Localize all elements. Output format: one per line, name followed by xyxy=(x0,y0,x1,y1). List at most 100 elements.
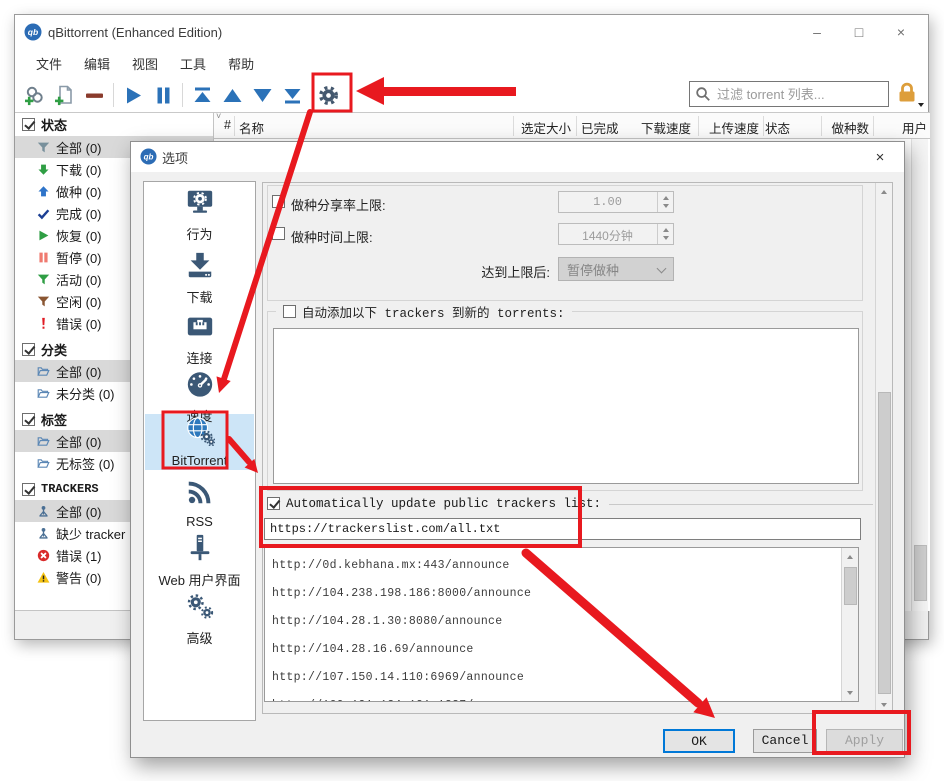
additional-trackers-textarea[interactable] xyxy=(273,328,859,484)
move-top-icon xyxy=(192,85,213,106)
folder-icon xyxy=(37,387,50,400)
options-page-scrollbar[interactable] xyxy=(875,183,892,713)
column-header-size[interactable]: 选定大小 xyxy=(461,118,571,137)
add-torrent-file-button[interactable] xyxy=(49,80,79,110)
nav-item-behavior[interactable]: 行为 xyxy=(145,187,254,243)
seeding-time-spinbox[interactable]: 1440分钟 xyxy=(558,223,674,245)
spin-value: 1440分钟 xyxy=(559,227,656,244)
share-ratio-spinbox[interactable]: 1.00 xyxy=(558,191,674,213)
nav-item-rss[interactable]: RSS xyxy=(145,477,254,529)
spin-arrows[interactable] xyxy=(657,224,673,244)
column-separator xyxy=(763,116,764,136)
scrollbar-thumb[interactable] xyxy=(914,545,927,601)
tracker-url-row: http://104.238.198.186:8000/announce xyxy=(272,580,834,608)
apply-button[interactable]: Apply xyxy=(826,729,903,753)
webui-icon xyxy=(185,533,215,563)
add-torrent-link-button[interactable] xyxy=(19,80,49,110)
ok-button[interactable]: OK xyxy=(663,729,735,753)
column-header-user[interactable]: 用户 xyxy=(835,118,927,137)
trackers-checkbox[interactable] xyxy=(22,483,35,496)
move-up-button[interactable] xyxy=(217,80,247,110)
scroll-down-button[interactable] xyxy=(876,696,892,713)
nav-item-connection[interactable]: 连接 xyxy=(145,311,254,367)
nav-item-advanced[interactable]: 高级 xyxy=(145,591,254,647)
menu-edit[interactable]: 编辑 xyxy=(73,50,121,77)
maximize-button[interactable]: □ xyxy=(838,17,880,47)
column-header-number[interactable]: # xyxy=(214,118,231,132)
spin-down-icon[interactable] xyxy=(663,204,669,208)
move-top-button[interactable] xyxy=(187,80,217,110)
move-bottom-icon xyxy=(282,85,303,106)
tracker-list-scrollbar[interactable] xyxy=(841,548,858,701)
move-down-icon xyxy=(252,85,273,106)
filter-section-status[interactable]: 状态 xyxy=(15,113,213,135)
column-header-name[interactable]: 名称 xyxy=(239,118,264,137)
spin-up-icon[interactable] xyxy=(663,196,669,200)
minimize-button[interactable]: – xyxy=(796,17,838,47)
nav-label: 高级 xyxy=(145,628,254,647)
tags-checkbox[interactable] xyxy=(22,413,35,426)
dialog-title: 选项 xyxy=(162,148,188,167)
arrow-up-icon xyxy=(881,190,887,194)
add-file-icon xyxy=(54,85,75,106)
scroll-up-button[interactable] xyxy=(876,183,892,200)
nav-item-bittorrent[interactable]: BitTorrent xyxy=(145,416,254,468)
move-down-button[interactable] xyxy=(247,80,277,110)
nav-item-downloads[interactable]: 下载 xyxy=(145,250,254,306)
column-separator xyxy=(234,116,235,136)
menu-view[interactable]: 视图 xyxy=(121,50,169,77)
search-input[interactable] xyxy=(689,81,889,107)
add-link-icon xyxy=(24,85,45,106)
arrow-up-icon xyxy=(37,185,50,198)
table-scrollbar[interactable] xyxy=(911,139,928,611)
spin-arrows[interactable] xyxy=(657,192,673,212)
close-button[interactable]: × xyxy=(880,17,922,47)
funnel-icon xyxy=(37,295,50,308)
filter-label: 暂停 (0) xyxy=(56,248,102,267)
scrollbar-thumb[interactable] xyxy=(844,567,857,605)
dialog-titlebar: 选项 × xyxy=(131,142,904,172)
dropdown-value: 暂停做种 xyxy=(567,260,619,279)
filter-lock-button[interactable] xyxy=(895,81,921,107)
section-label: 分类 xyxy=(41,340,67,359)
status-checkbox[interactable] xyxy=(22,118,35,131)
play-icon xyxy=(123,85,144,106)
column-header-upspeed[interactable]: 上传速度 xyxy=(661,118,759,137)
scroll-down-button[interactable] xyxy=(842,684,858,701)
move-bottom-button[interactable] xyxy=(277,80,307,110)
cancel-button[interactable]: Cancel xyxy=(753,729,817,753)
spin-up-icon[interactable] xyxy=(663,228,669,232)
options-button[interactable] xyxy=(313,80,343,110)
spin-value: 1.00 xyxy=(559,195,656,209)
auto-update-trackers-checkbox[interactable] xyxy=(267,497,280,510)
dialog-close-button[interactable]: × xyxy=(857,142,903,172)
tracker-icon xyxy=(37,527,50,540)
scrollbar-thumb[interactable] xyxy=(878,392,891,694)
seeding-time-checkbox[interactable] xyxy=(272,227,285,240)
menu-help[interactable]: 帮助 xyxy=(217,50,265,77)
filter-label: 下载 (0) xyxy=(56,160,102,179)
options-nav: 行为 下载 连接 速度 BitTorrent RSS Web 用户界面 高级 xyxy=(143,181,256,721)
menu-file[interactable]: 文件 xyxy=(25,50,73,77)
trackers-list-url-input[interactable] xyxy=(264,518,861,540)
menu-bar: 文件 编辑 视图 工具 帮助 xyxy=(15,49,928,77)
scroll-up-button[interactable] xyxy=(842,548,858,565)
auto-add-trackers-checkbox[interactable] xyxy=(283,305,296,318)
pause-button[interactable] xyxy=(148,80,178,110)
menu-tools[interactable]: 工具 xyxy=(169,50,217,77)
public-trackers-list[interactable]: http://0d.kebhana.mx:443/announce http:/… xyxy=(264,547,859,702)
limit-action-dropdown[interactable]: 暂停做种 xyxy=(558,257,674,281)
share-ratio-checkbox[interactable] xyxy=(272,195,285,208)
check-icon xyxy=(37,207,50,220)
spin-down-icon[interactable] xyxy=(663,236,669,240)
exclamation-icon xyxy=(37,317,50,330)
tracker-url-row: http://0d.kebhana.mx:443/announce xyxy=(272,552,834,580)
categories-checkbox[interactable] xyxy=(22,343,35,356)
nav-item-webui[interactable]: Web 用户界面 xyxy=(145,533,254,589)
filter-label: 全部 (0) xyxy=(56,362,102,381)
delete-button[interactable] xyxy=(79,80,109,110)
nav-label: Web 用户界面 xyxy=(145,570,254,589)
arrow-down-icon xyxy=(881,703,887,707)
funnel-icon xyxy=(37,141,50,154)
resume-button[interactable] xyxy=(118,80,148,110)
